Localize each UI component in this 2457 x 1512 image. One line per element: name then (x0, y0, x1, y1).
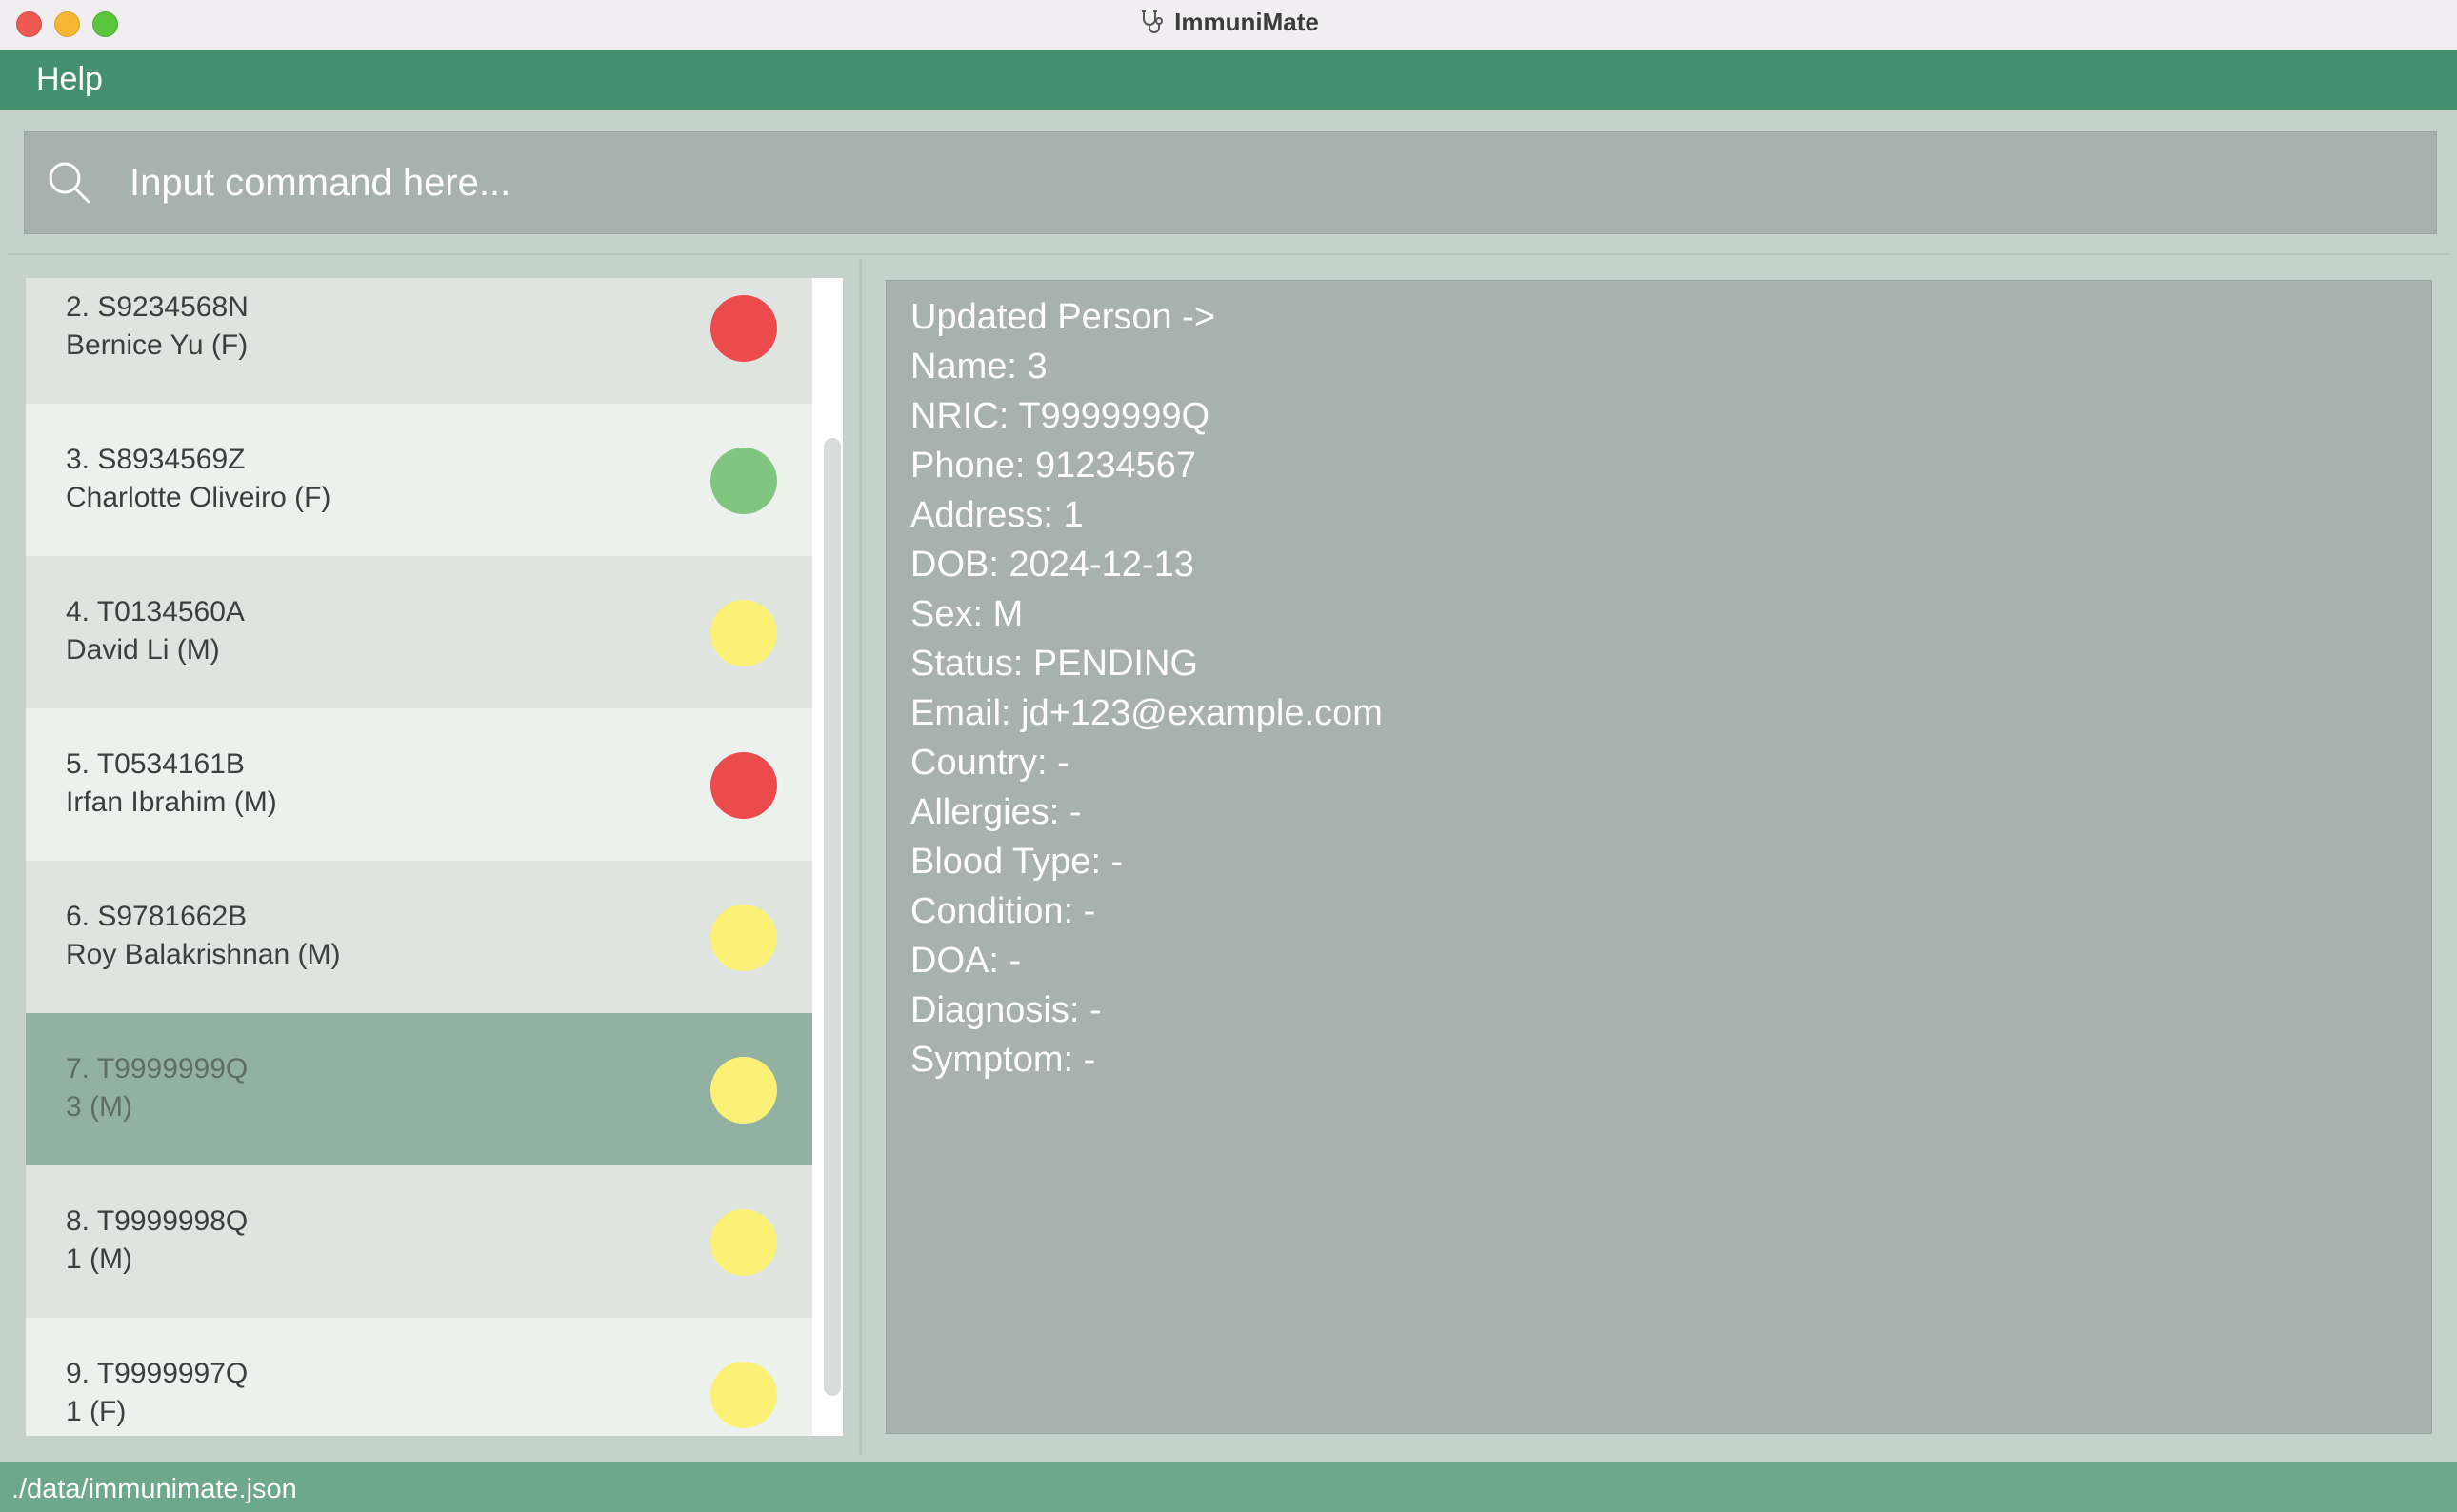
person-card[interactable]: 7. T9999999Q 3 (M) (26, 1013, 812, 1165)
person-index-nric: 3. S8934569Z (66, 444, 246, 475)
result-line: Email: jd+123@example.com (910, 693, 1383, 733)
menu-bar: Help (0, 50, 2457, 110)
person-name-sex: Irfan Ibrahim (M) (66, 786, 277, 818)
result-line: Name: 3 (910, 347, 1048, 387)
person-name-sex: Roy Balakrishnan (M) (66, 939, 341, 970)
result-line: NRIC: T9999999Q (910, 396, 1210, 436)
scrollbar-thumb[interactable] (824, 438, 841, 1396)
horizontal-divider (8, 253, 2449, 255)
result-line: DOA: - (910, 941, 1022, 981)
person-index-nric: 4. T0134560A (66, 596, 245, 627)
result-line: Sex: M (910, 594, 1024, 634)
person-card[interactable]: 6. S9781662B Roy Balakrishnan (M) (26, 861, 812, 1013)
person-name-sex: Bernice Yu (F) (66, 329, 249, 361)
status-indicator (710, 600, 777, 666)
result-line: Condition: - (910, 891, 1096, 931)
status-indicator (710, 448, 777, 514)
result-line: Address: 1 (910, 495, 1084, 535)
result-line: Diagnosis: - (910, 990, 1102, 1030)
person-index-nric: 2. S9234568N (66, 291, 249, 323)
person-index-nric: 9. T9999997Q (66, 1358, 249, 1389)
window-title-group: ImmuniMate (0, 0, 2457, 44)
person-index-nric: 7. T9999999Q (66, 1053, 249, 1084)
person-name-sex: Charlotte Oliveiro (F) (66, 482, 331, 513)
result-display: Updated Person -> Name: 3 NRIC: T9999999Q P… (886, 280, 2432, 1434)
result-line: Symptom: - (910, 1040, 1096, 1080)
app-window: ImmuniMate Help 2. S9234568N Bernice Yu (… (0, 0, 2457, 1512)
command-box (24, 131, 2437, 234)
status-indicator (710, 1209, 777, 1276)
person-name-sex: 1 (M) (66, 1243, 132, 1275)
result-text: Updated Person -> Name: 3 NRIC: T9999999Q P… (910, 292, 1383, 1084)
split-pane-divider[interactable] (859, 259, 862, 1455)
status-indicator (710, 1362, 777, 1428)
result-line: Blood Type: - (910, 842, 1124, 882)
status-bar: ./data/immunimate.json (0, 1462, 2457, 1512)
help-menu[interactable]: Help (36, 61, 103, 98)
person-card[interactable]: 5. T0534161B Irfan Ibrahim (M) (26, 708, 812, 861)
person-index-nric: 5. T0534161B (66, 748, 245, 780)
data-file-path: ./data/immunimate.json (11, 1474, 297, 1504)
title-bar: ImmuniMate (0, 0, 2457, 50)
person-card[interactable]: 4. T0134560A David Li (M) (26, 556, 812, 708)
person-list: 2. S9234568N Bernice Yu (F) 3. S8934569Z Ch… (26, 278, 812, 1436)
person-index-nric: 8. T9999998Q (66, 1205, 249, 1237)
status-indicator (710, 295, 777, 362)
person-card[interactable]: 3. S8934569Z Charlotte Oliveiro (F) (26, 404, 812, 556)
result-line: Allergies: - (910, 792, 1082, 832)
search-icon (49, 162, 90, 204)
result-line: DOB: 2024-12-13 (910, 545, 1194, 585)
result-line: Country: - (910, 743, 1069, 783)
command-input[interactable] (128, 148, 2398, 218)
person-name-sex: 1 (F) (66, 1396, 127, 1427)
person-card[interactable]: 9. T9999997Q 1 (F) (26, 1318, 812, 1436)
stethoscope-icon (1142, 10, 1164, 33)
person-name-sex: David Li (M) (66, 634, 220, 666)
status-indicator (710, 1057, 777, 1124)
person-index-nric: 6. S9781662B (66, 901, 248, 932)
person-list-panel: 2. S9234568N Bernice Yu (F) 3. S8934569Z Ch… (26, 278, 843, 1436)
person-card[interactable]: 2. S9234568N Bernice Yu (F) (26, 278, 812, 404)
person-card[interactable]: 8. T9999998Q 1 (M) (26, 1165, 812, 1318)
result-line: Updated Person -> (910, 297, 1216, 337)
status-indicator (710, 752, 777, 819)
window-title: ImmuniMate (1174, 7, 1319, 36)
person-name-sex: 3 (M) (66, 1091, 132, 1123)
status-indicator (710, 905, 777, 971)
result-line: Phone: 91234567 (910, 446, 1197, 486)
result-line: Status: PENDING (910, 644, 1198, 684)
